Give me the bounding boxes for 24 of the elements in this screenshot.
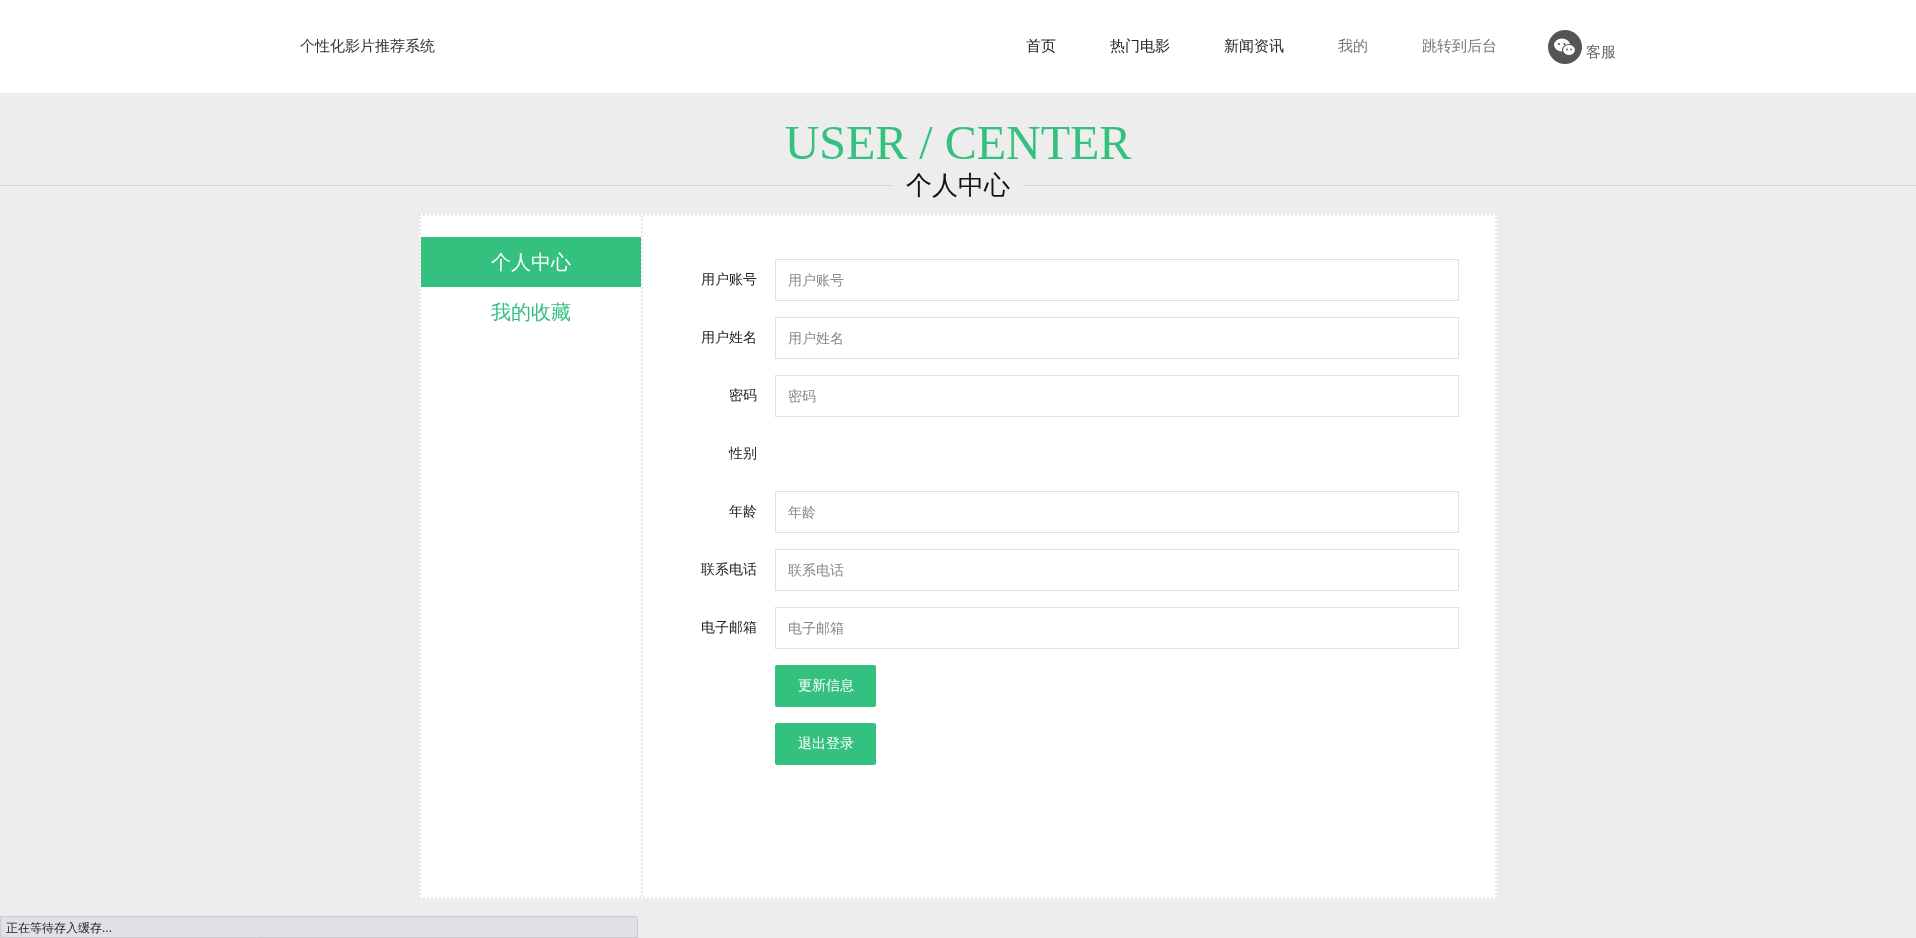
- nav-link[interactable]: 热门电影: [1083, 35, 1197, 58]
- customer-service-link[interactable]: 客服: [1586, 41, 1616, 64]
- nav-link[interactable]: 新闻资讯: [1197, 35, 1311, 58]
- site-title: 个性化影片推荐系统: [300, 36, 435, 57]
- nav-link[interactable]: 首页: [999, 35, 1083, 58]
- field-label: 电子邮箱: [700, 618, 758, 638]
- input-field[interactable]: 用户账号: [775, 258, 1459, 301]
- banner-title: USER / CENTER: [784, 119, 1132, 167]
- input-field[interactable]: 联系电话: [775, 548, 1459, 591]
- field-label: 用户账号: [700, 270, 758, 290]
- status-bar: 正在等待存入缓存...: [0, 916, 638, 938]
- field-label: 用户姓名: [700, 328, 758, 348]
- nav-link[interactable]: 跳转到后台: [1395, 35, 1524, 58]
- banner-subtitle: 个人中心: [905, 171, 1011, 200]
- field-label: 联系电话: [700, 560, 758, 580]
- nav-link[interactable]: 我的: [1311, 35, 1395, 58]
- field-label: 年龄: [728, 502, 758, 522]
- field-label: 性别: [727, 444, 758, 464]
- input-field[interactable]: 年龄: [775, 490, 1459, 533]
- field-label: 密码: [728, 386, 758, 406]
- input-field[interactable]: 电子邮箱: [775, 606, 1459, 649]
- input-field[interactable]: 用户姓名: [775, 316, 1459, 359]
- wechat-icon[interactable]: [1548, 29, 1582, 64]
- input-field[interactable]: 密码: [775, 374, 1459, 417]
